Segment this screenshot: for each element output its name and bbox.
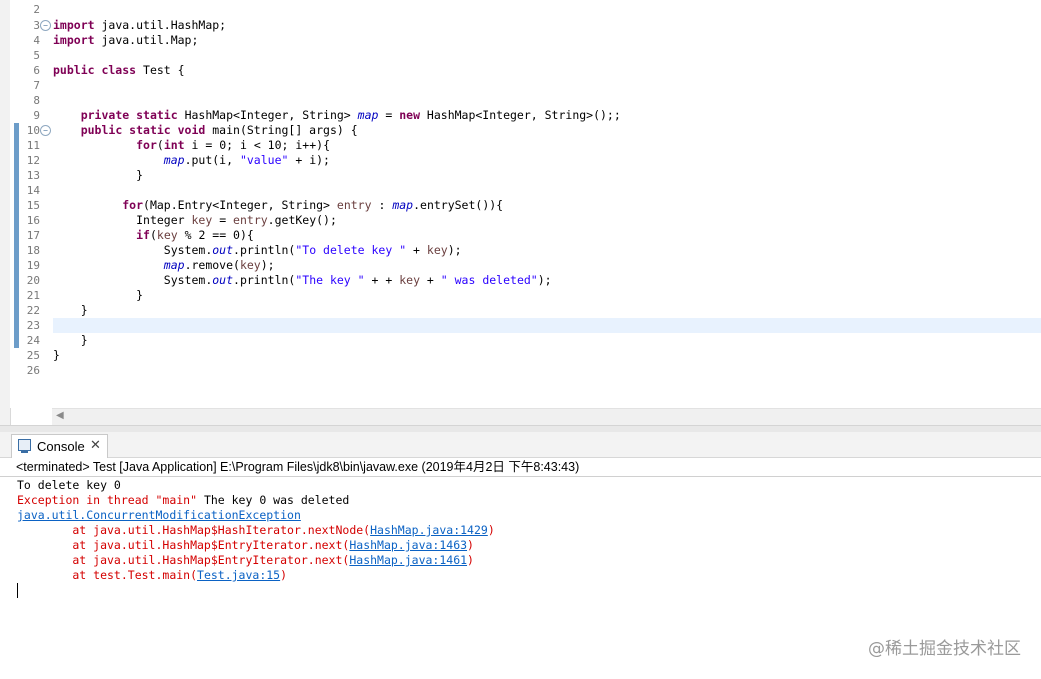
change-marker <box>14 288 19 303</box>
line-number: 19 <box>10 258 52 273</box>
source-link[interactable]: HashMap.java:1429 <box>370 523 488 537</box>
fold-collapse-icon[interactable]: − <box>40 125 51 136</box>
close-icon[interactable]: ✕ <box>90 437 101 453</box>
change-marker <box>14 213 19 228</box>
line-number: 21 <box>10 288 52 303</box>
line-number-gutter: 2 3− 4 5 6 7 8 9 10− 11 12 13 14 15 16 1… <box>10 0 52 408</box>
change-marker <box>14 333 19 348</box>
line-number: 13 <box>10 168 52 183</box>
source-link[interactable]: Test.java:15 <box>197 568 280 582</box>
line-number: 20 <box>10 273 52 288</box>
line-number: 12 <box>10 153 52 168</box>
change-marker <box>14 243 19 258</box>
code-line: for(Map.Entry<Integer, String> entry : m… <box>122 198 504 212</box>
code-text-area[interactable]: import java.util.HashMap; import java.ut… <box>53 0 1041 408</box>
exception-link[interactable]: java.util.ConcurrentModificationExceptio… <box>17 508 301 522</box>
stack-trace-line: at java.util.HashMap$EntryIterator.next(… <box>17 553 474 567</box>
line-number: 10− <box>10 123 52 138</box>
code-line: Integer key = entry.getKey(); <box>136 213 337 227</box>
stack-trace-line: at test.Test.main(Test.java:15) <box>17 568 288 582</box>
change-marker <box>14 153 19 168</box>
line-number: 2 <box>33 3 40 16</box>
line-number: 25 <box>26 349 40 362</box>
line-number: 18 <box>10 243 52 258</box>
change-marker <box>14 168 19 183</box>
current-line-highlight <box>53 318 1041 333</box>
change-marker <box>14 198 19 213</box>
console-line: java.util.ConcurrentModificationExceptio… <box>17 508 301 523</box>
text-cursor <box>17 583 18 598</box>
code-line: map.put(i, "value" + i); <box>163 153 330 167</box>
code-line: } <box>53 348 60 362</box>
line-number: 26 <box>26 364 40 377</box>
code-line: } <box>136 168 144 182</box>
line-number: 3− <box>10 18 52 33</box>
tab-console[interactable]: Console ✕ <box>11 434 108 458</box>
code-line: map.remove(key); <box>163 258 275 272</box>
code-line: } <box>80 303 88 317</box>
line-number: 5 <box>33 49 40 62</box>
line-number: 4 <box>33 34 40 47</box>
source-link[interactable]: HashMap.java:1461 <box>349 553 467 567</box>
console-line: Exception in thread "main" The key 0 was… <box>17 493 350 507</box>
change-marker <box>14 258 19 273</box>
code-line: public class Test { <box>53 63 185 77</box>
change-marker <box>14 273 19 288</box>
change-marker <box>14 303 19 318</box>
line-number: 17 <box>10 228 52 243</box>
source-link[interactable]: HashMap.java:1463 <box>349 538 467 552</box>
code-line: System.out.println("The key " + + key + … <box>163 273 552 287</box>
line-number: 11 <box>10 138 52 153</box>
console-tab-bar: Console ✕ <box>0 432 1041 458</box>
console-icon <box>18 439 31 453</box>
line-number: 23 <box>10 318 52 333</box>
editor-horizontal-scrollbar[interactable]: ◀ <box>52 408 1041 425</box>
change-marker <box>14 228 19 243</box>
line-number: 24 <box>10 333 52 348</box>
code-line: if(key % 2 == 0){ <box>136 228 254 242</box>
code-line: } <box>136 288 144 302</box>
line-number: 16 <box>10 213 52 228</box>
scroll-left-arrow-icon[interactable]: ◀ <box>56 410 64 421</box>
change-marker <box>14 183 19 198</box>
change-marker <box>14 123 19 138</box>
line-number: 14 <box>10 183 52 198</box>
code-line: System.out.println("To delete key " + ke… <box>163 243 462 257</box>
line-number: 6 <box>33 64 40 77</box>
stack-trace-line: at java.util.HashMap$HashIterator.nextNo… <box>17 523 495 537</box>
change-marker <box>14 318 19 333</box>
code-line: private static HashMap<Integer, String> … <box>80 108 621 122</box>
console-process-header: <terminated> Test [Java Application] E:\… <box>0 458 1041 477</box>
line-number: 15 <box>10 198 52 213</box>
line-number: 22 <box>10 303 52 318</box>
code-line: public static void main(String[] args) { <box>80 123 358 137</box>
fold-collapse-icon[interactable]: − <box>40 20 51 31</box>
line-number: 9 <box>33 109 40 122</box>
code-line: for(int i = 0; i < 10; i++){ <box>136 138 330 152</box>
code-line: } <box>80 333 88 347</box>
code-line: import java.util.HashMap; <box>53 18 227 32</box>
code-editor[interactable]: 2 3− 4 5 6 7 8 9 10− 11 12 13 14 15 16 1… <box>0 0 1041 425</box>
line-number: 8 <box>33 94 40 107</box>
code-line: import java.util.Map; <box>53 33 199 47</box>
line-number: 7 <box>33 79 40 92</box>
tab-console-label: Console <box>37 439 85 454</box>
watermark: @稀土掘金技术社区 <box>868 639 1021 659</box>
change-marker <box>14 138 19 153</box>
console-line: To delete key 0 <box>17 478 121 492</box>
stack-trace-line: at java.util.HashMap$EntryIterator.next(… <box>17 538 474 552</box>
